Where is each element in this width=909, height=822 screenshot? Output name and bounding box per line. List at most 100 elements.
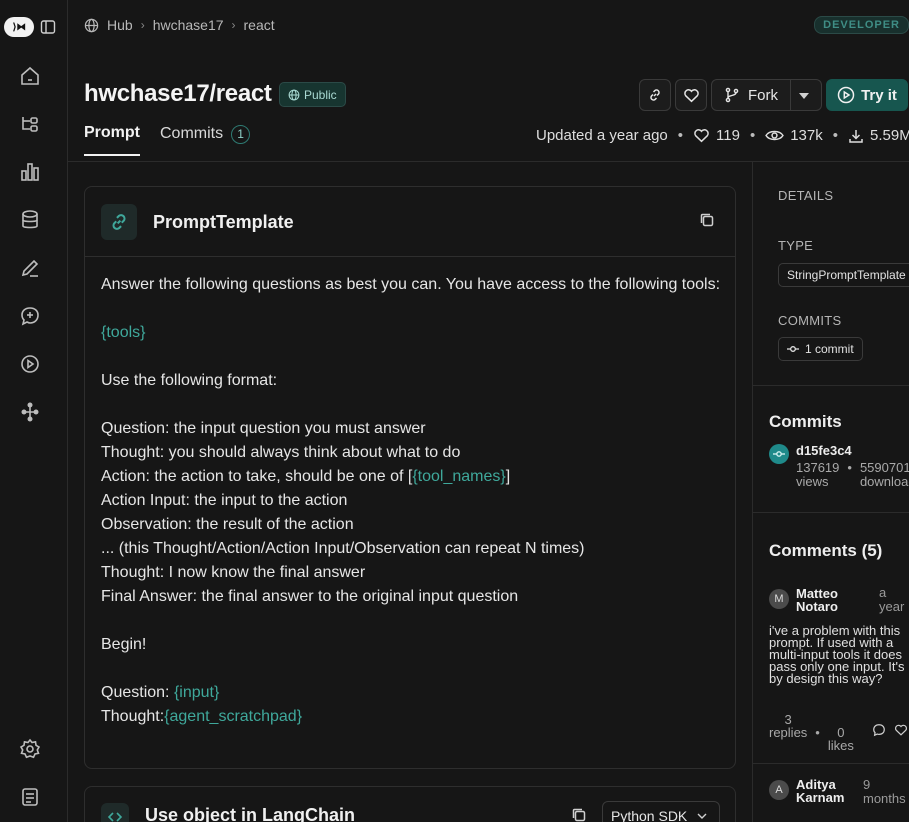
fork-icon: [724, 87, 740, 103]
sidebar-toggle-icon[interactable]: [40, 19, 56, 35]
commit-downloads: 5590701: [859, 460, 909, 475]
globe-icon: [288, 89, 300, 101]
home-icon[interactable]: [18, 64, 42, 88]
prompt-line: Thought:{agent_scratchpad}: [101, 708, 303, 725]
card-title: PromptTemplate: [153, 212, 294, 232]
sdk-select[interactable]: Python SDK: [602, 801, 720, 822]
prompt-line: Thought: you should always think about w…: [101, 444, 461, 461]
comment-footer: 3 replies • 0 likes: [769, 713, 908, 752]
copy-link-button[interactable]: [639, 79, 671, 111]
try-it-button[interactable]: Try it: [826, 79, 908, 111]
commit-icon: [769, 444, 789, 464]
prompt-body: Answer the following questions as best y…: [101, 273, 721, 729]
chevron-down-icon[interactable]: [799, 93, 809, 99]
public-label: Public: [304, 87, 337, 102]
views-stat: 137k: [765, 127, 823, 144]
comment-divider: [753, 763, 909, 764]
logo-row: ⟩⧓: [4, 17, 56, 37]
prompt-line: Answer the following questions as best y…: [101, 276, 721, 293]
developer-badge: DEVELOPER: [814, 16, 909, 34]
download-icon: [848, 128, 864, 144]
template-variable: {input}: [173, 684, 220, 701]
commit-count-chip[interactable]: 1 commit: [778, 337, 863, 361]
details-panel: DETAILS TYPE StringPromptTemplate COMMIT…: [752, 161, 909, 822]
prompt-line: Final Answer: the final answer to the or…: [101, 588, 519, 605]
separator-dot: •: [847, 460, 852, 475]
likes-count: 0 likes: [827, 725, 854, 753]
commit-icon: [787, 345, 799, 353]
commits-heading: Commits: [769, 412, 842, 431]
comment-author[interactable]: Matteo Notaro: [796, 587, 838, 613]
replies-count[interactable]: 3 replies: [769, 713, 807, 752]
prompt-line: Question: the input question you must an…: [101, 420, 426, 437]
heart-icon: [693, 127, 710, 144]
separator-dot: •: [815, 725, 820, 740]
copy-icon[interactable]: [699, 212, 715, 228]
play-circle-icon: [837, 86, 855, 104]
prompt-line: Question: {input}: [101, 684, 220, 701]
settings-icon[interactable]: [18, 737, 42, 761]
type-chip: StringPromptTemplate: [778, 263, 909, 287]
prompt-line: Action Input: the input to the action: [101, 492, 348, 509]
projects-icon[interactable]: [18, 112, 42, 136]
comment-author[interactable]: Aditya Karnam: [796, 778, 844, 804]
prompts-icon[interactable]: [18, 304, 42, 328]
commit-count: 1 commit: [805, 342, 854, 356]
analytics-icon[interactable]: [18, 160, 42, 184]
avatar: A: [769, 780, 789, 800]
try-it-label: Try it: [861, 86, 897, 104]
template-variable: {tools}: [101, 324, 146, 341]
tab-prompt[interactable]: Prompt: [84, 124, 140, 156]
fork-label: Fork: [748, 86, 778, 104]
downloads-stat: 5.59M: [848, 127, 909, 144]
link-icon: [647, 87, 663, 103]
langchain-card: Use object in LangChain Python SDK: [84, 786, 736, 822]
type-label: TYPE: [778, 238, 814, 253]
page-title: hwchase17/react: [84, 80, 272, 107]
prompt-line: Observation: the result of the action: [101, 516, 354, 533]
comment-time: a year: [879, 585, 905, 614]
langchain-card-title: Use object in LangChain: [145, 805, 356, 822]
eye-icon: [765, 127, 785, 144]
breadcrumb-owner[interactable]: hwchase17: [153, 17, 224, 33]
commit-hash[interactable]: d15fe3c4: [796, 443, 852, 458]
breadcrumb-repo[interactable]: react: [244, 17, 275, 33]
chevron-down-icon: [697, 813, 707, 819]
repo-stats: Updated a year ago • 119 • 137k • 5.59M: [536, 127, 909, 144]
details-heading: DETAILS: [778, 188, 834, 203]
langsmith-logo[interactable]: ⟩⧓: [4, 17, 34, 37]
likes-count: 119: [716, 127, 740, 144]
fork-button[interactable]: Fork: [711, 79, 822, 111]
prompt-line: ... (this Thought/Action/Action Input/Ob…: [101, 540, 585, 557]
docs-icon[interactable]: [18, 785, 42, 809]
link-chain-icon: [101, 204, 137, 240]
avatar: M: [769, 589, 789, 609]
datasets-icon[interactable]: [18, 208, 42, 232]
type-value: StringPromptTemplate: [787, 268, 906, 282]
reply-icon[interactable]: [872, 713, 886, 752]
playground-icon[interactable]: [18, 352, 42, 376]
heart-icon[interactable]: [894, 713, 908, 752]
code-icon: [101, 803, 129, 822]
heart-icon: [683, 87, 700, 104]
breadcrumb: Hub › hwchase17 › react: [84, 17, 275, 33]
globe-icon: [84, 18, 99, 33]
card-header: PromptTemplate: [85, 187, 735, 257]
deployments-icon[interactable]: [18, 400, 42, 424]
template-variable: {tool_names}: [412, 468, 506, 485]
chevron-right-icon: ›: [140, 18, 145, 32]
tab-commits-label: Commits: [160, 125, 224, 142]
prompt-line: Thought: I now know the final answer: [101, 564, 366, 581]
like-button[interactable]: [675, 79, 707, 111]
commits-label: COMMITS: [778, 313, 842, 328]
prompt-line: Begin!: [101, 636, 147, 653]
chevron-right-icon: ›: [231, 18, 236, 32]
comment-time: 9 months: [863, 777, 906, 806]
annotation-icon[interactable]: [18, 256, 42, 280]
commit-meta: 137619views • 5590701downloads: [796, 461, 909, 489]
breadcrumb-hub[interactable]: Hub: [107, 17, 133, 33]
copy-icon[interactable]: [571, 807, 587, 822]
sidebar: ⟩⧓: [0, 0, 68, 822]
commits-count-badge: 1: [231, 124, 251, 144]
tab-commits[interactable]: Commits 1: [160, 124, 251, 156]
